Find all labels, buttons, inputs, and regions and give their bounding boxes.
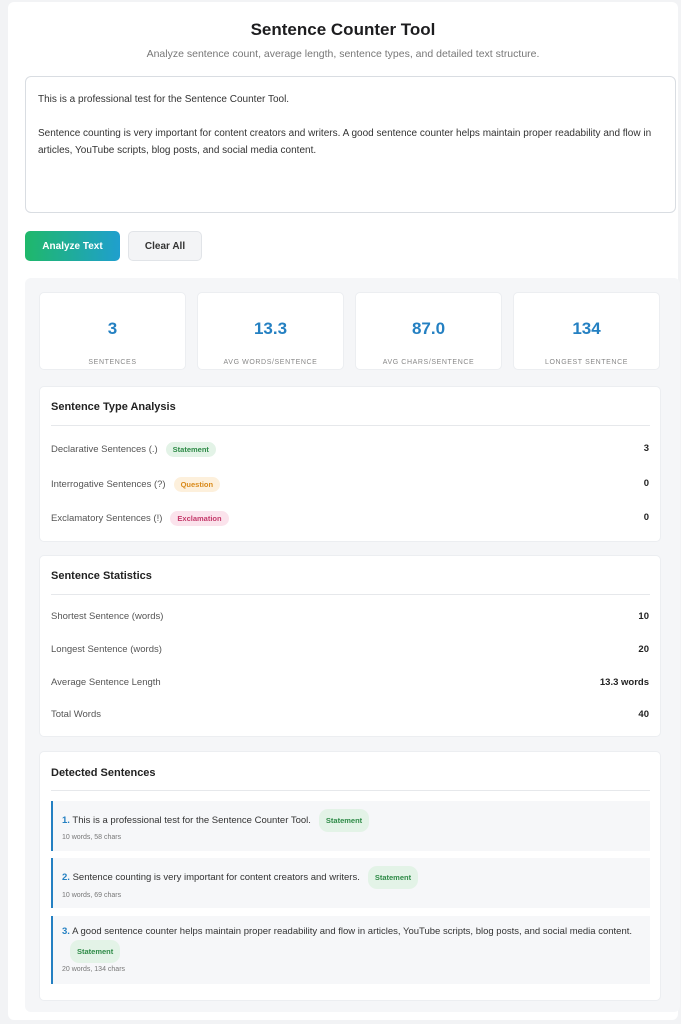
type-label: Exclamatory Sentences (!) [51, 513, 163, 525]
stat-row-value: 20 [638, 644, 649, 655]
exclamation-badge: Exclamation [170, 511, 229, 526]
divider [51, 790, 650, 791]
analyze-text-button[interactable]: Analyze Text [25, 231, 120, 261]
stat-card-avg-chars: 87.0 AVG CHARS/SENTENCE [355, 292, 502, 370]
page-subtitle: Analyze sentence count, average length, … [146, 48, 540, 60]
panel-title: Sentence Statistics [51, 570, 152, 582]
panel-title: Detected Sentences [51, 767, 156, 779]
type-row-declarative: Declarative Sentences (.) Statement [51, 442, 216, 457]
sentence-statistics-panel: Sentence Statistics Shortest Sentence (w… [39, 555, 661, 737]
sentence-type-panel: Sentence Type Analysis Declarative Sente… [39, 386, 661, 542]
type-label: Interrogative Sentences (?) [51, 479, 166, 491]
sentence-number: 3. [62, 926, 70, 937]
stat-value: 87.0 [411, 319, 446, 338]
sentence-text: A good sentence counter helps maintain p… [72, 926, 633, 937]
type-value: 3 [643, 443, 649, 454]
stat-row-label: Shortest Sentence (words) [51, 611, 164, 622]
stat-label: AVG CHARS/SENTENCE [382, 359, 475, 366]
results-panel: 3 SENTENCES 13.3 AVG WORDS/SENTENCE 87.0… [25, 278, 680, 1012]
statement-badge: Statement [367, 866, 419, 889]
sentence-number: 2. [62, 872, 70, 884]
stat-label: LONGEST SENTENCE [545, 359, 628, 366]
sentence-text: Sentence counting is very important for … [72, 872, 360, 884]
sentence-number: 1. [62, 815, 70, 827]
type-label: Declarative Sentences (.) [51, 444, 158, 456]
stat-card-sentences: 3 SENTENCES [39, 292, 186, 370]
panel-title: Sentence Type Analysis [51, 401, 176, 413]
sentence-text: This is a professional test for the Sent… [72, 815, 311, 827]
divider [51, 425, 650, 426]
stat-value: 13.3 [253, 319, 288, 338]
sentence-item: 3. A good sentence counter helps maintai… [51, 916, 650, 984]
clear-all-button[interactable]: Clear All [128, 231, 202, 261]
statement-badge: Statement [70, 940, 121, 963]
stat-row-value: 10 [638, 611, 649, 622]
divider [51, 594, 650, 595]
stat-card-avg-words: 13.3 AVG WORDS/SENTENCE [197, 292, 344, 370]
type-value: 0 [643, 478, 649, 489]
sentence-meta: 20 words, 134 chars [62, 966, 126, 973]
sentence-meta: 10 words, 58 chars [62, 834, 122, 841]
stat-value: 134 [572, 319, 601, 338]
stat-row-label: Average Sentence Length [51, 677, 161, 688]
text-input[interactable] [25, 76, 676, 213]
stat-row-value: 40 [638, 709, 649, 720]
type-value: 0 [643, 512, 649, 523]
stat-row-label: Total Words [51, 709, 101, 720]
sentence-item: 2. Sentence counting is very important f… [51, 858, 650, 908]
sentence-item: 1. This is a professional test for the S… [51, 801, 650, 851]
sentence-counter-page: Sentence Counter Tool Analyze sentence c… [8, 2, 680, 1020]
stat-value: 3 [107, 319, 118, 338]
statement-badge: Statement [318, 809, 370, 832]
stat-card-longest: 134 LONGEST SENTENCE [513, 292, 660, 370]
type-row-interrogative: Interrogative Sentences (?) Question [51, 477, 221, 492]
stat-row-label: Longest Sentence (words) [51, 644, 162, 655]
sentence-meta: 10 words, 69 chars [62, 892, 122, 899]
type-row-exclamatory: Exclamatory Sentences (!) Exclamation [51, 511, 229, 526]
statement-badge: Statement [165, 442, 216, 457]
detected-sentences-panel: Detected Sentences 1. This is a professi… [39, 751, 661, 1001]
stat-label: SENTENCES [88, 359, 137, 366]
page-title: Sentence Counter Tool [250, 20, 436, 39]
stat-row-value: 13.3 words [599, 677, 649, 688]
stat-label: AVG WORDS/SENTENCE [223, 359, 318, 366]
question-badge: Question [173, 477, 221, 492]
